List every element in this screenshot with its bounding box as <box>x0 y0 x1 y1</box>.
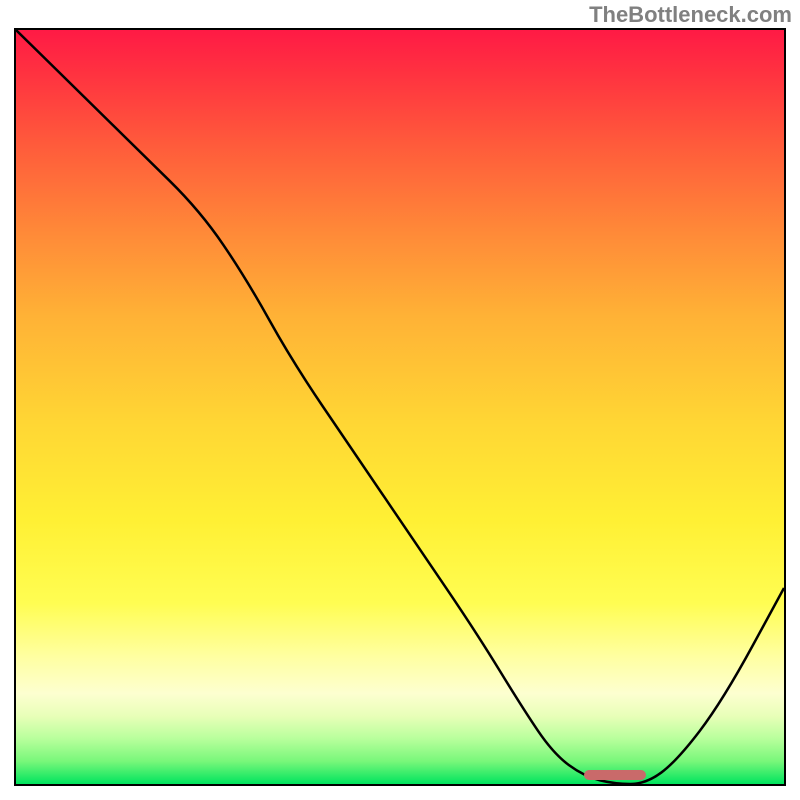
optimal-range-marker <box>584 770 645 780</box>
bottleneck-curve <box>16 30 784 784</box>
watermark-text: TheBottleneck.com <box>589 2 792 28</box>
chart-root: TheBottleneck.com <box>0 0 800 800</box>
chart-frame <box>14 28 786 786</box>
